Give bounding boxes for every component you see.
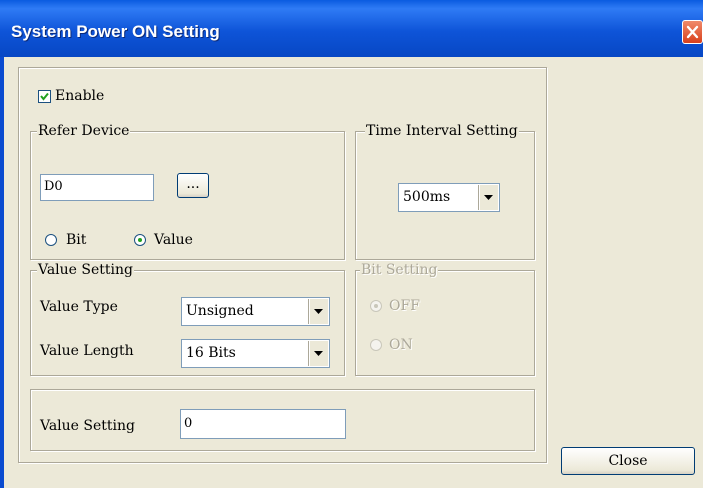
close-icon [686,25,699,39]
device-input[interactable]: D0 [40,174,154,201]
value-length-value: 16 Bits [186,345,236,361]
enable-label: Enable [55,88,105,104]
window-title: System Power ON Setting [11,22,220,41]
window-close-button[interactable] [682,20,703,44]
value-type-value: Unsigned [186,303,254,319]
off-radio-label: OFF [389,298,420,314]
bit-radio-label: Bit [66,232,87,248]
dropdown-arrow-icon [309,299,328,324]
value-setting-input[interactable]: 0 [180,409,346,439]
time-interval-group-label: Time Interval Setting [365,123,519,139]
value-length-label: Value Length [40,343,134,359]
dropdown-arrow-icon [479,185,498,210]
window-frame-left [0,57,4,488]
bit-setting-group-label: Bit Setting [360,262,439,278]
refer-device-group-label: Refer Device [37,123,131,139]
on-radio-label: ON [389,337,413,353]
value-type-label: Value Type [40,299,118,315]
close-button[interactable]: Close [561,447,695,475]
bit-radio[interactable] [45,234,57,246]
browse-device-button[interactable]: ... [177,173,209,198]
dropdown-arrow-icon [309,341,328,366]
time-interval-value: 500ms [403,189,451,205]
enable-checkbox[interactable] [38,90,51,103]
checkmark-icon [40,92,49,101]
value-setting-group-label: Value Setting [37,262,134,278]
title-bar: System Power ON Setting [0,0,703,57]
time-interval-select[interactable]: 500ms [398,183,500,212]
on-radio [370,339,382,351]
value-setting-field-label: Value Setting [40,418,135,434]
off-radio [370,300,382,312]
value-length-select[interactable]: 16 Bits [181,339,330,368]
value-radio-label: Value [154,232,193,248]
bit-setting-group: Bit Setting [355,262,535,376]
value-radio[interactable] [134,234,146,246]
value-type-select[interactable]: Unsigned [181,297,330,326]
